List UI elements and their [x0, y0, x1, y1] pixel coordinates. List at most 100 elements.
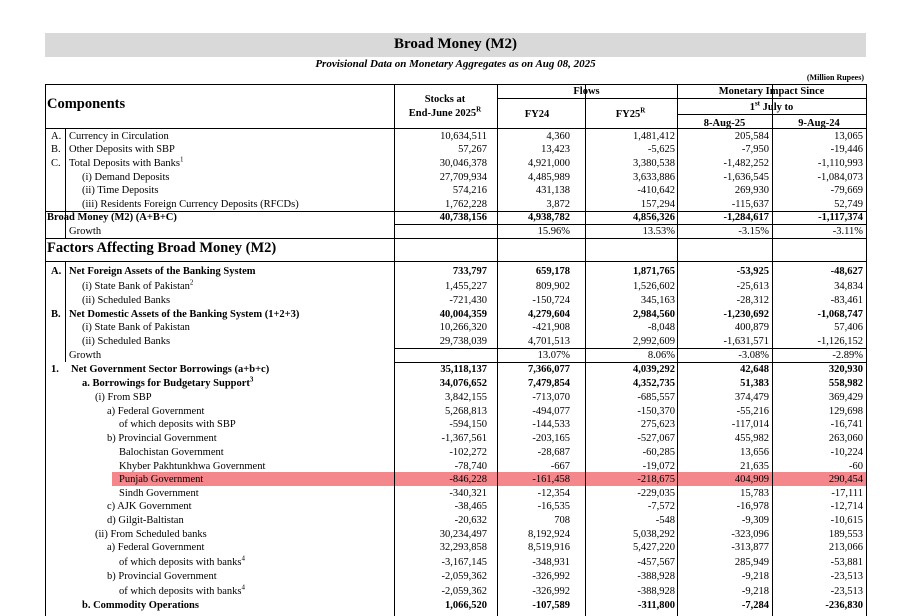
value-cell: -3.08%: [738, 350, 769, 361]
value-cell: 320,930: [828, 364, 863, 375]
factor-row-label-text: Growth: [69, 350, 102, 361]
factor-row-label-text: (ii) Scheduled Banks: [82, 295, 171, 306]
value-cell: -25,613: [736, 281, 769, 292]
factor-row-label-footnote: 3: [249, 375, 254, 384]
value-cell: -3.11%: [832, 226, 863, 237]
factor-row-label: (i) State Bank of Pakistan: [82, 321, 190, 334]
factor-row-label: d) Gilgit-Baltistan: [107, 514, 184, 527]
value-cell: -1,631,571: [723, 336, 770, 347]
factors-section-title: Factors Affecting Broad Money (M2): [47, 240, 277, 256]
value-cell: 3,380,538: [633, 158, 675, 169]
value-cell: 15.96%: [537, 226, 570, 237]
value-cell: 13,065: [834, 131, 863, 142]
factor-row-label: c) AJK Government: [107, 500, 192, 513]
value-cell: -340,321: [449, 488, 487, 499]
component-row-label-text: Currency in Circulation: [69, 131, 169, 142]
value-cell: -421,908: [532, 322, 570, 333]
value-cell: 57,267: [458, 144, 487, 155]
value-cell: 27,709,934: [439, 172, 487, 183]
value-cell: 4,701,513: [528, 336, 570, 347]
value-cell: 57,406: [834, 322, 863, 333]
value-cell: 275,623: [640, 419, 675, 430]
value-cell: 2,984,560: [633, 309, 675, 320]
factor-row-label: Net Government Sector Borrowings (a+b+c): [71, 363, 269, 376]
factor-row-label: Balochistan Government: [119, 446, 224, 459]
component-row-label-text: Total Deposits with Banks: [69, 158, 180, 169]
value-cell: -38,465: [454, 501, 487, 512]
header-stocks-line1: Stocks at: [424, 94, 466, 105]
value-cell: 1,762,228: [445, 199, 487, 210]
value-cell: 345,163: [640, 295, 675, 306]
value-cell: 4,938,782: [528, 212, 570, 223]
value-cell: -1,636,545: [723, 172, 770, 183]
value-cell: -7,284: [741, 600, 769, 611]
factor-row-label: (ii) From Scheduled banks: [95, 528, 207, 541]
value-cell: 21,635: [740, 461, 769, 472]
component-row-label: Other Deposits with SBP: [69, 143, 175, 156]
component-row-label-text: (iii) Residents Foreign Currency Deposit…: [82, 199, 299, 210]
value-cell: 3,842,155: [445, 392, 487, 403]
value-cell: 369,429: [828, 392, 863, 403]
value-cell: 42,648: [740, 364, 769, 375]
value-cell: -1,117,374: [818, 212, 863, 223]
value-cell: -78,740: [454, 461, 487, 472]
value-cell: 558,982: [828, 378, 863, 389]
value-cell: -1,284,617: [723, 212, 770, 223]
value-cell: -5,625: [647, 144, 675, 155]
value-cell: 32,293,858: [439, 542, 487, 553]
value-cell: -326,992: [532, 571, 570, 582]
value-cell: -323,096: [731, 529, 769, 540]
value-cell: 52,749: [834, 199, 863, 210]
header-fy24: FY24: [524, 109, 550, 120]
factor-row-label-text: (i) State Bank of Pakistan: [82, 322, 190, 333]
factor-row-label-text: (ii) From Scheduled banks: [95, 529, 207, 540]
row-key: A.: [51, 131, 62, 142]
factor-row-label: Sindh Government: [119, 487, 199, 500]
value-cell: 708: [554, 515, 570, 526]
value-cell: -236,830: [825, 600, 863, 611]
header-components: Components: [47, 96, 126, 112]
value-cell: 189,553: [828, 529, 863, 540]
value-cell: -19,072: [642, 461, 675, 472]
factor-row-label-text: a) Federal Government: [107, 542, 205, 553]
factor-row-label: Net Foreign Assets of the Banking System: [69, 265, 255, 278]
value-cell: 157,294: [640, 199, 675, 210]
factor-row-label-text: of which deposits with banks: [119, 586, 242, 597]
value-cell: -12,354: [537, 488, 570, 499]
value-cell: -713,070: [532, 392, 570, 403]
grid-horizontal-line: [45, 238, 866, 239]
value-cell: 4,921,000: [528, 158, 570, 169]
value-cell: 1,871,765: [633, 266, 675, 277]
factor-row-label-text: (i) State Bank of Pakistan: [82, 281, 190, 292]
value-cell: 213,066: [828, 542, 863, 553]
factor-row-label-text: Khyber Pakhtunkhwa Government: [119, 461, 266, 472]
header-flows: Flows: [573, 86, 600, 97]
value-cell: -16,535: [537, 501, 570, 512]
value-cell: -229,035: [637, 488, 675, 499]
value-cell: -7,572: [647, 501, 675, 512]
value-cell: -846,228: [449, 474, 487, 485]
value-cell: 4,360: [546, 131, 570, 142]
header-stocks-text: End-June 2025: [408, 108, 477, 119]
factor-row-label-footnote: 4: [241, 583, 246, 592]
value-cell: -20,632: [454, 515, 487, 526]
value-cell: -16,978: [736, 501, 769, 512]
value-cell: 40,738,156: [439, 212, 487, 223]
value-cell: -28,312: [736, 295, 769, 306]
row-key: C.: [51, 158, 61, 169]
factor-row-label-text: Sindh Government: [119, 488, 199, 499]
value-cell: -16,741: [830, 419, 863, 430]
value-cell: 809,902: [535, 281, 570, 292]
value-cell: -594,150: [449, 419, 487, 430]
value-cell: 34,076,652: [439, 378, 487, 389]
value-cell: 1,066,520: [445, 600, 487, 611]
value-cell: -107,589: [532, 600, 570, 611]
factor-row-label: Growth: [69, 349, 101, 362]
value-cell: 733,797: [452, 266, 487, 277]
value-cell: -1,367,561: [441, 433, 488, 444]
value-cell: -60,285: [642, 447, 675, 458]
value-cell: -1,068,747: [817, 309, 864, 320]
component-row-label-text: (ii) Time Deposits: [82, 185, 159, 196]
component-row-label: Currency in Circulation: [69, 130, 169, 143]
value-cell: 455,982: [734, 433, 769, 444]
